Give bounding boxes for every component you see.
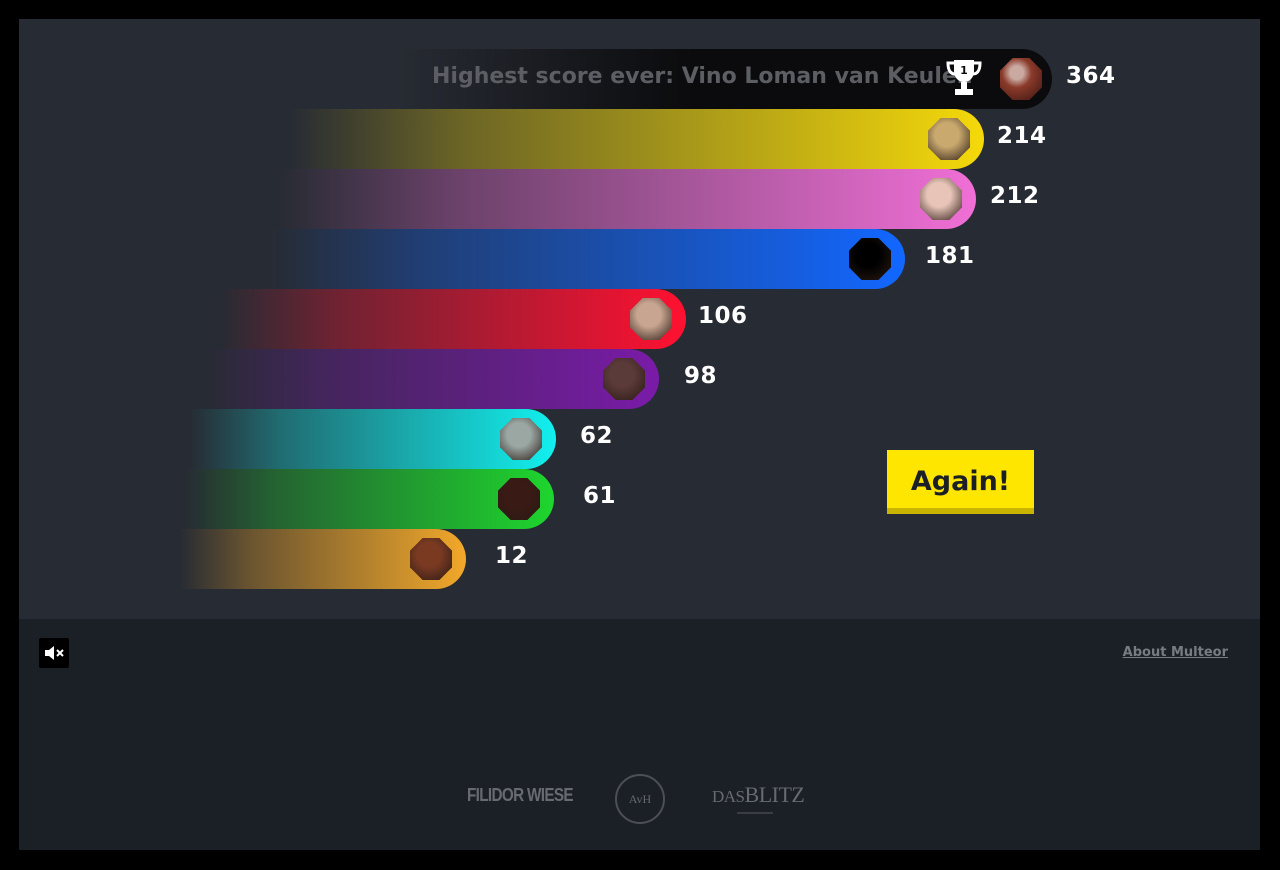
highscore-label: Highest score ever: Vino Loman van Keule… <box>432 64 973 89</box>
scoreboard: Highest score ever: Vino Loman van Keule… <box>19 19 1260 619</box>
svg-text:1: 1 <box>960 64 968 77</box>
player-bar-7 <box>184 469 554 529</box>
dasblitz-logo-underline <box>737 812 773 814</box>
filidor-wiese-logo[interactable]: FILIDOR WIESE <box>467 785 574 806</box>
game-frame: Highest score ever: Vino Loman van Keule… <box>19 19 1260 850</box>
player-score: 62 <box>580 423 614 449</box>
player-avatar <box>920 178 962 220</box>
player-score: 181 <box>925 243 975 269</box>
footer: About Multeor FILIDOR WIESE AvH DASBLITZ <box>19 619 1260 850</box>
highscore-score: 364 <box>1066 63 1116 89</box>
dasblitz-logo[interactable]: DASBLITZ <box>712 782 805 808</box>
player-bar-4 <box>219 289 686 349</box>
player-bar-6 <box>189 409 556 469</box>
again-button[interactable]: Again! <box>887 450 1034 514</box>
player-avatar <box>630 298 672 340</box>
player-bar-5 <box>204 349 659 409</box>
player-avatar <box>849 238 891 280</box>
player-avatar <box>498 478 540 520</box>
dasblitz-logo-b: BLITZ <box>744 782 805 807</box>
speaker-muted-icon[interactable] <box>39 638 69 668</box>
player-score: 212 <box>990 183 1040 209</box>
dasblitz-logo-a: DAS <box>712 787 745 806</box>
player-bar-8 <box>179 529 466 589</box>
about-link[interactable]: About Multeor <box>1123 645 1228 660</box>
highscore-bar: Highest score ever: Vino Loman van Keule… <box>399 49 1052 109</box>
player-avatar <box>603 358 645 400</box>
player-avatar <box>410 538 452 580</box>
avh-logo[interactable]: AvH <box>615 774 665 824</box>
player-score: 12 <box>495 543 529 569</box>
player-score: 214 <box>997 123 1047 149</box>
trophy-icon: 1 <box>946 60 982 95</box>
player-score: 106 <box>698 303 748 329</box>
player-score: 61 <box>583 483 617 509</box>
player-bar-2 <box>279 169 976 229</box>
player-avatar <box>500 418 542 460</box>
player-avatar <box>928 118 970 160</box>
player-score: 98 <box>684 363 718 389</box>
player-bar-1 <box>289 109 984 169</box>
player-bar-3 <box>269 229 905 289</box>
highscore-avatar <box>1000 58 1042 100</box>
